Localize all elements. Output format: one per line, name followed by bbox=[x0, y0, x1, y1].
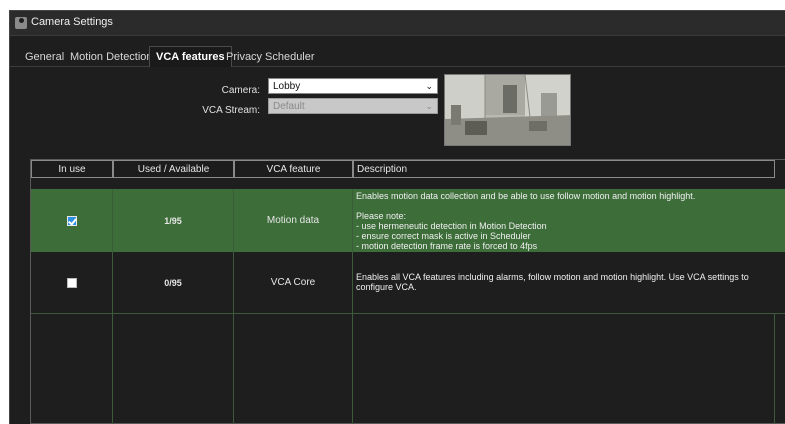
vca-stream-label: VCA Stream: bbox=[202, 105, 260, 116]
description-cell: Enables all VCA features including alarm… bbox=[356, 272, 749, 292]
vca-feature-cell: VCA Core bbox=[234, 252, 353, 313]
column-header-description: Description bbox=[353, 160, 775, 178]
camera-select[interactable]: Lobby ⌄ bbox=[268, 78, 438, 94]
tab-bar: General Motion Detection VCA features Pr… bbox=[10, 46, 785, 67]
vca-feature-cell: Motion data bbox=[234, 189, 353, 252]
vca-stream-select: Default ⌄ bbox=[268, 98, 438, 114]
description-cell: Enables motion data collection and be ab… bbox=[356, 191, 696, 251]
column-header-vca-feature: VCA feature bbox=[234, 160, 353, 178]
used-available-cell: 0/95 bbox=[113, 252, 234, 313]
camera-label: Camera: bbox=[221, 85, 260, 96]
vca-features-table: In use Used / Available VCA feature Desc… bbox=[30, 159, 785, 424]
column-divider bbox=[352, 314, 353, 424]
column-divider bbox=[233, 314, 234, 424]
used-available-cell: 1/95 bbox=[113, 189, 234, 252]
column-divider bbox=[774, 314, 775, 424]
in-use-checkbox[interactable] bbox=[66, 215, 77, 226]
chevron-down-icon: ⌄ bbox=[425, 101, 433, 111]
camera-settings-icon bbox=[15, 17, 27, 29]
camera-select-value: Lobby bbox=[273, 81, 301, 92]
tab-motion-detection[interactable]: Motion Detection bbox=[64, 48, 159, 66]
table-row[interactable]: 1/95 Motion data Enables motion data col… bbox=[31, 189, 785, 252]
in-use-cell bbox=[31, 252, 113, 313]
tab-scheduler[interactable]: Scheduler bbox=[259, 48, 321, 66]
camera-preview-thumbnail bbox=[444, 74, 571, 146]
title-bar: Camera Settings bbox=[10, 11, 785, 36]
tab-general[interactable]: General bbox=[19, 48, 70, 66]
column-header-used-available: Used / Available bbox=[113, 160, 234, 178]
table-row[interactable]: 0/95 VCA Core Enables all VCA features i… bbox=[31, 252, 785, 314]
chevron-down-icon: ⌄ bbox=[425, 81, 433, 91]
camera-preview-image bbox=[445, 75, 570, 145]
camera-settings-window: Camera Settings General Motion Detection… bbox=[9, 10, 785, 424]
column-header-in-use: In use bbox=[31, 160, 113, 178]
in-use-checkbox[interactable] bbox=[66, 277, 77, 288]
column-divider bbox=[112, 314, 113, 424]
in-use-cell bbox=[31, 189, 113, 252]
vca-stream-select-value: Default bbox=[273, 101, 305, 112]
window-title: Camera Settings bbox=[31, 16, 113, 28]
